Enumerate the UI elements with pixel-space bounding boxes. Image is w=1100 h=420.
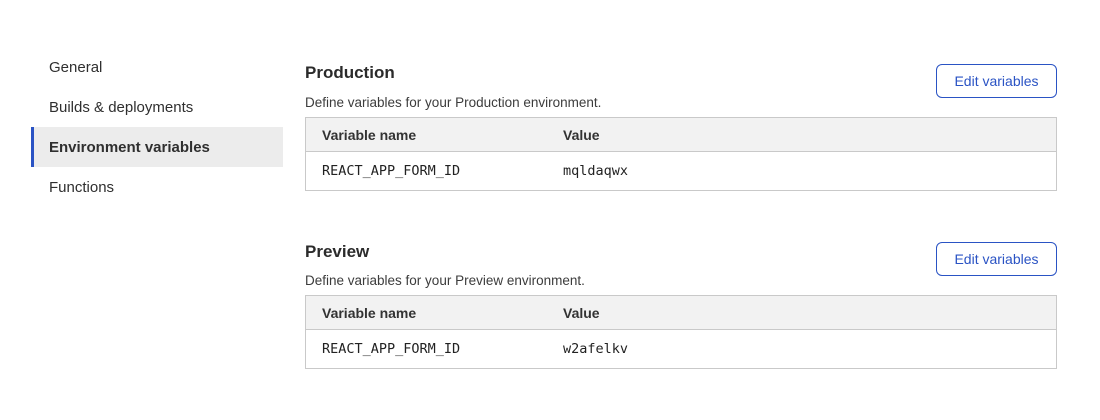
variable-value-cell: w2afelkv	[547, 341, 1056, 357]
sidebar-item-general[interactable]: General	[31, 47, 283, 87]
column-header-variable-name: Variable name	[306, 305, 547, 321]
preview-edit-variables-button[interactable]: Edit variables	[936, 242, 1057, 276]
variable-name-cell: REACT_APP_FORM_ID	[306, 341, 547, 357]
column-header-variable-name: Variable name	[306, 127, 547, 143]
production-section-description: Define variables for your Production env…	[305, 95, 601, 111]
column-header-value: Value	[547, 127, 1056, 143]
table-row: REACT_APP_FORM_ID mqldaqwx	[306, 152, 1056, 190]
production-edit-variables-button[interactable]: Edit variables	[936, 64, 1057, 98]
table-header-row: Variable name Value	[306, 118, 1056, 152]
preview-section-title: Preview	[305, 242, 369, 262]
sidebar-item-functions[interactable]: Functions	[31, 167, 283, 207]
preview-variables-table: Variable name Value REACT_APP_FORM_ID w2…	[305, 295, 1057, 369]
table-row: REACT_APP_FORM_ID w2afelkv	[306, 330, 1056, 368]
production-section-title: Production	[305, 63, 395, 83]
table-header-row: Variable name Value	[306, 296, 1056, 330]
variable-value-cell: mqldaqwx	[547, 163, 1056, 179]
variable-name-cell: REACT_APP_FORM_ID	[306, 163, 547, 179]
column-header-value: Value	[547, 305, 1056, 321]
preview-section-description: Define variables for your Preview enviro…	[305, 273, 585, 289]
sidebar-item-environment-variables[interactable]: Environment variables	[31, 127, 283, 167]
settings-sidebar: General Builds & deployments Environment…	[31, 47, 283, 207]
production-variables-table: Variable name Value REACT_APP_FORM_ID mq…	[305, 117, 1057, 191]
sidebar-item-builds-deployments[interactable]: Builds & deployments	[31, 87, 283, 127]
